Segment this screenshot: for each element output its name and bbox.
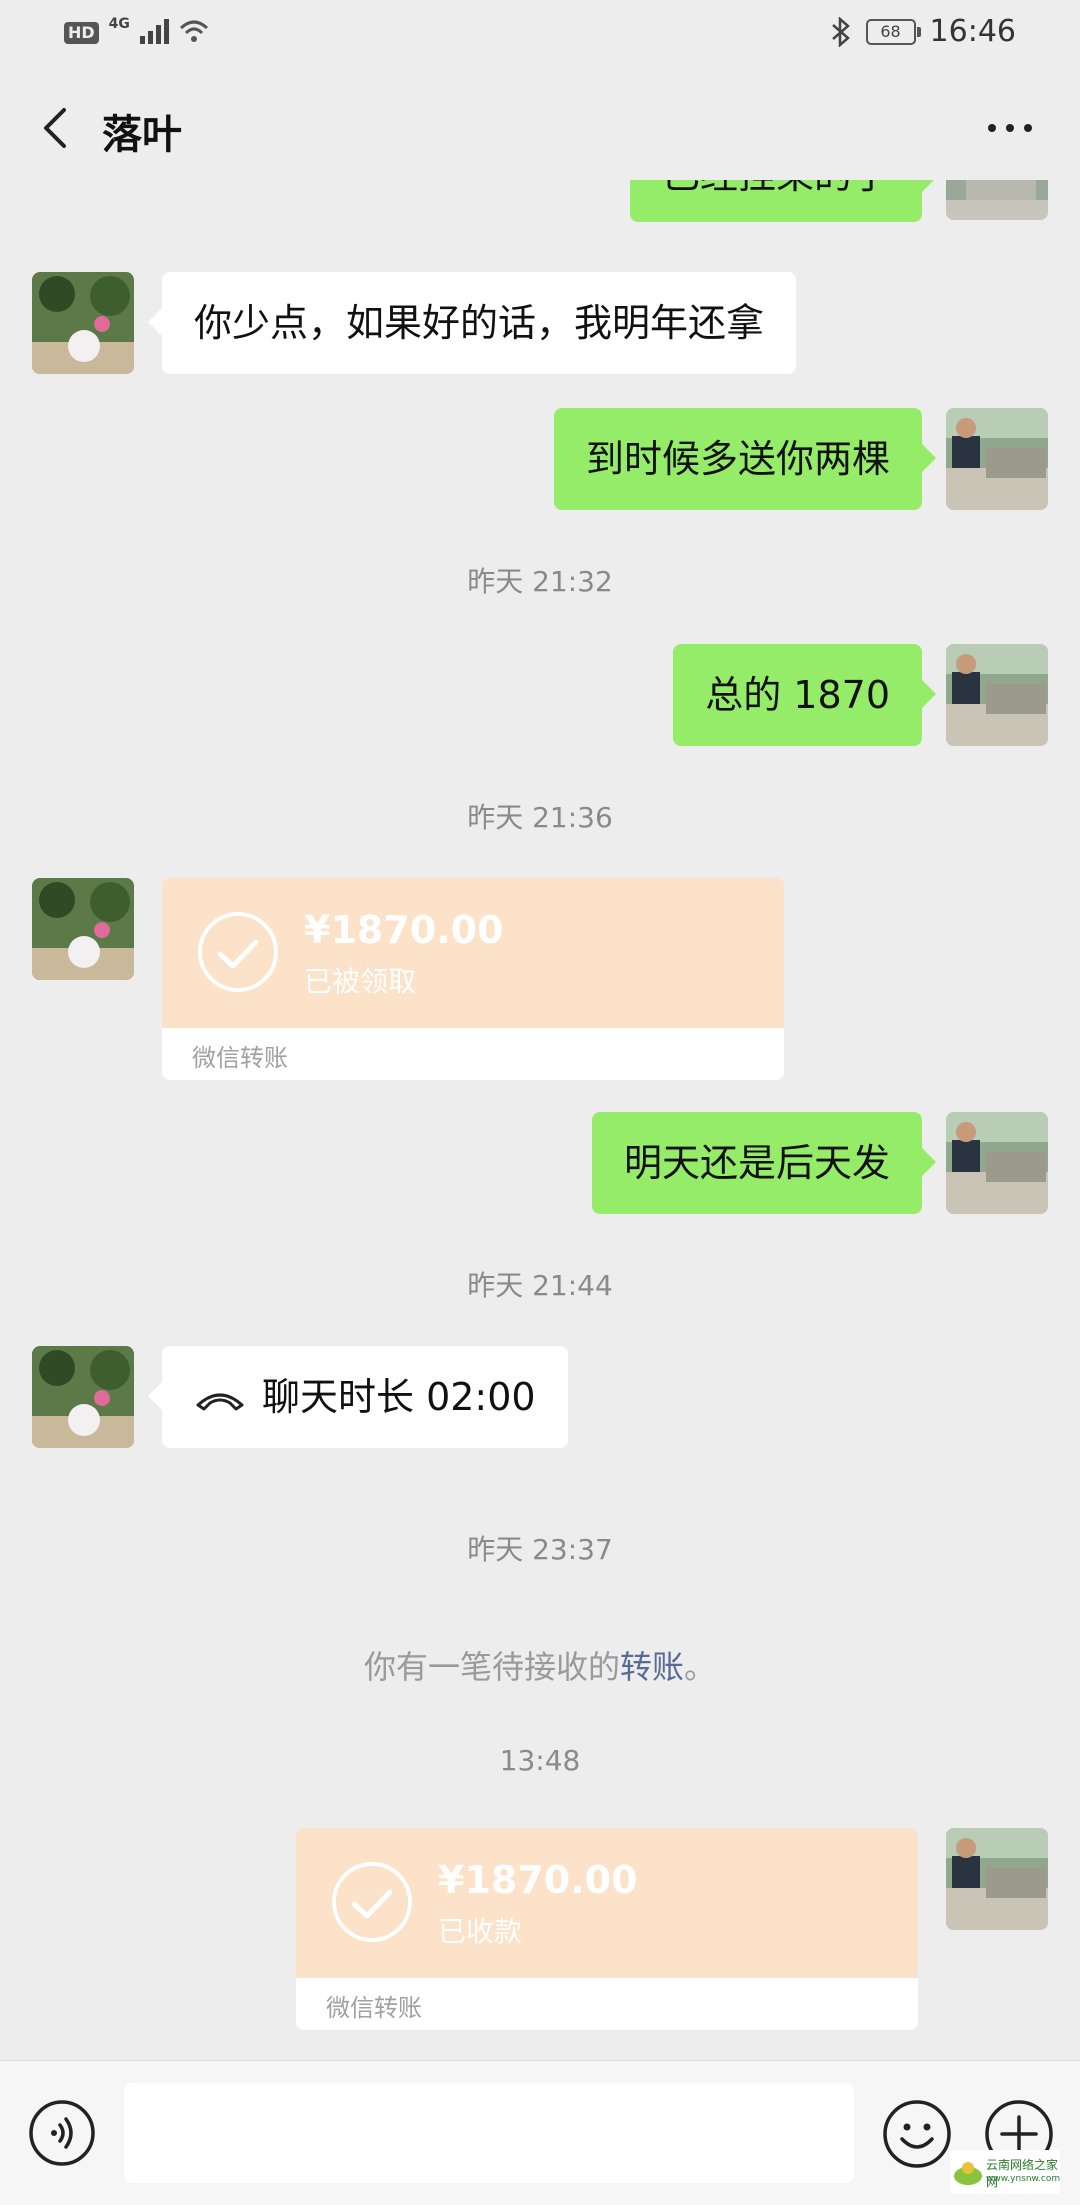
phone-hangup-icon xyxy=(196,1393,244,1410)
message-text: 总的 1870 xyxy=(705,673,890,717)
chat-header: 落叶 xyxy=(0,80,1080,176)
timestamp: 昨天 23:37 xyxy=(467,1533,613,1566)
call-duration-text: 聊天时长 02:00 xyxy=(262,1375,536,1419)
transfer-card-body: ¥1870.00 已被领取 xyxy=(162,878,784,1028)
transfer-label: 微信转账 xyxy=(326,1994,422,2022)
timestamp: 昨天 21:36 xyxy=(467,801,613,834)
message-outgoing[interactable]: 到时候多送你两棵 xyxy=(553,408,937,510)
voice-input-icon[interactable] xyxy=(28,2099,96,2167)
transfer-amount: ¥1870.00 xyxy=(438,1858,638,1902)
watermark-icon xyxy=(954,2162,982,2185)
contact-name: 落叶 xyxy=(102,112,182,158)
message-text: 明天还是后天发 xyxy=(623,1141,890,1185)
emoji-icon[interactable] xyxy=(882,2099,952,2169)
input-bar xyxy=(0,2060,1080,2205)
watermark-text: 云南网络之家网 xyxy=(986,2158,1059,2189)
transfer-status: 已被领取 xyxy=(304,965,417,998)
transfer-card-footer: 微信转账 xyxy=(162,1028,784,1080)
transfer-card[interactable]: ¥1870.00 已被领取 微信转账 xyxy=(162,878,784,1080)
message-input[interactable] xyxy=(124,2083,854,2183)
more-options-icon[interactable] xyxy=(980,104,1040,152)
status-bar: HD 4G 68 16:46 xyxy=(0,0,1080,66)
my-avatar[interactable] xyxy=(946,180,1048,220)
message-text: 到时候多送你两棵 xyxy=(585,437,890,481)
my-avatar[interactable] xyxy=(946,644,1048,746)
my-avatar[interactable] xyxy=(946,1828,1048,1930)
transfer-link[interactable]: 转账 xyxy=(620,1648,684,1686)
transfer-label: 微信转账 xyxy=(192,1044,288,1072)
transfer-card-body: ¥1870.00 已收款 xyxy=(296,1828,918,1978)
battery-indicator: 68 xyxy=(865,18,921,45)
timestamp: 13:48 xyxy=(499,1744,581,1777)
watermark-url: www.ynsnw.com xyxy=(986,2174,1061,2184)
system-notice-end: 。 xyxy=(684,1648,717,1686)
clock: 16:46 xyxy=(929,14,1016,49)
my-avatar[interactable] xyxy=(946,1112,1048,1214)
contact-avatar[interactable] xyxy=(32,272,134,374)
message-outgoing[interactable]: 已经挂果的了 xyxy=(629,180,937,222)
message-outgoing[interactable]: 总的 1870 xyxy=(673,644,936,746)
bluetooth-icon xyxy=(831,16,850,47)
back-arrow-icon[interactable] xyxy=(30,100,86,156)
status-right: 68 16:46 xyxy=(830,14,1016,49)
transfer-card[interactable]: ¥1870.00 已收款 微信转账 xyxy=(296,1828,918,2030)
message-text: 已经挂果的了 xyxy=(662,180,890,197)
message-outgoing[interactable]: 明天还是后天发 xyxy=(591,1112,937,1214)
message-list[interactable]: 已经挂果的了 你少点，如果好的话，我明年还拿 到时候多送你两棵 昨天 21:32… xyxy=(0,180,1080,2060)
check-circle-icon xyxy=(332,1862,412,1942)
wifi-icon xyxy=(179,20,208,42)
timestamp: 昨天 21:44 xyxy=(467,1269,613,1302)
hd-badge: HD xyxy=(64,22,99,44)
my-avatar[interactable] xyxy=(946,408,1048,510)
system-notice: 你有一笔待接收的转账。 xyxy=(0,1642,1080,1688)
message-text: 你少点，如果好的话，我明年还拿 xyxy=(194,301,765,345)
contact-avatar[interactable] xyxy=(32,1346,134,1448)
transfer-status: 已收款 xyxy=(438,1915,523,1948)
signal-icon xyxy=(139,18,169,44)
system-notice-text: 你有一笔待接收的 xyxy=(363,1648,620,1686)
check-circle-icon xyxy=(198,912,278,992)
call-record-message[interactable]: 聊天时长 02:00 xyxy=(148,1346,568,1448)
transfer-amount: ¥1870.00 xyxy=(304,908,504,952)
contact-avatar[interactable] xyxy=(32,878,134,980)
network-type: 4G xyxy=(108,16,130,32)
timestamp: 昨天 21:32 xyxy=(467,565,613,598)
transfer-card-footer: 微信转账 xyxy=(296,1978,918,2030)
watermark-logo: 云南网络之家网 www.ynsnw.com xyxy=(950,2150,1060,2194)
status-left: HD 4G xyxy=(64,16,209,44)
message-incoming[interactable]: 你少点，如果好的话，我明年还拿 xyxy=(147,272,797,374)
